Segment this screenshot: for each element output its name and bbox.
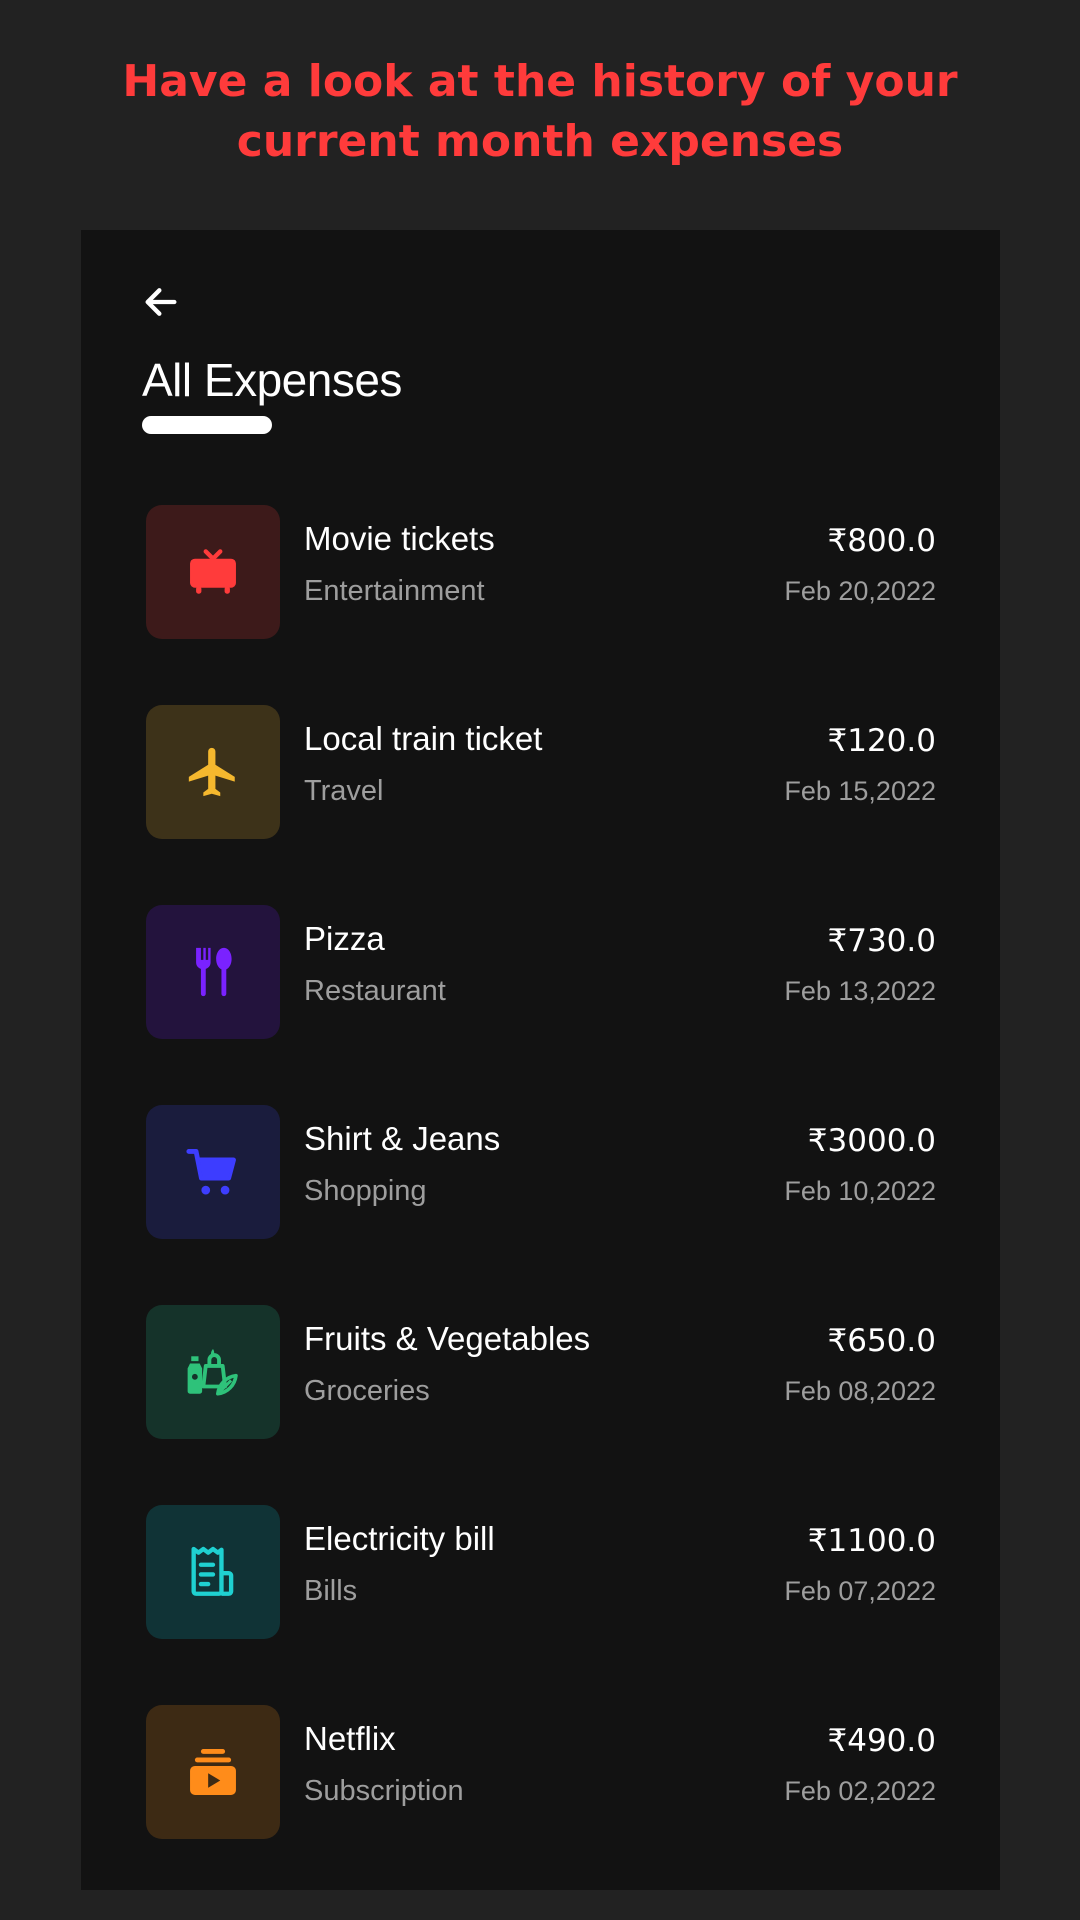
grocery-bag-icon	[187, 1349, 238, 1396]
expense-category: Groceries	[304, 1375, 430, 1407]
expense-item[interactable]: Fruits & Vegetables Groceries ₹650.0 Feb…	[146, 1305, 936, 1439]
expense-icon-tile	[146, 505, 280, 639]
expense-item[interactable]: Electricity bill Bills ₹1100.0 Feb 07,20…	[146, 1505, 936, 1639]
shopping-cart-icon	[186, 1149, 236, 1195]
subscription-play-icon	[190, 1749, 236, 1795]
back-button[interactable]	[139, 280, 183, 324]
expense-category: Bills	[304, 1575, 358, 1607]
expense-name: Fruits & Vegetables	[304, 1320, 591, 1357]
page-title: All Expenses	[142, 354, 402, 406]
expense-icon-tile	[146, 1105, 280, 1239]
expense-icon-tile	[146, 1705, 280, 1839]
expense-name: Local train ticket	[304, 720, 543, 757]
expense-item[interactable]: Netflix Subscription ₹490.0 Feb 02,2022	[146, 1705, 936, 1839]
fork-spoon-icon	[196, 947, 232, 997]
expense-icon-tile	[146, 705, 280, 839]
expense-amount: ₹1100.0	[807, 1523, 936, 1559]
expense-category: Entertainment	[304, 575, 485, 607]
expense-item[interactable]: Pizza Restaurant ₹730.0 Feb 13,2022	[146, 905, 936, 1039]
expense-category: Shopping	[304, 1175, 427, 1207]
expense-name: Shirt & Jeans	[304, 1120, 501, 1157]
arrow-left-icon	[145, 288, 177, 316]
expense-list: Movie tickets Entertainment ₹800.0 Feb 2…	[146, 505, 936, 1905]
expense-name: Movie tickets	[304, 520, 495, 557]
expense-amount: ₹120.0	[827, 723, 936, 759]
expense-date: Feb 20,2022	[784, 576, 936, 606]
promo-headline-line-2: current month expenses	[236, 116, 844, 167]
expense-amount: ₹3000.0	[807, 1123, 936, 1159]
expense-item[interactable]: Local train ticket Travel ₹120.0 Feb 15,…	[146, 705, 936, 839]
expense-category: Subscription	[304, 1775, 464, 1807]
expense-category: Restaurant	[304, 975, 446, 1007]
promo-headline: Have a look at the history of your curre…	[0, 52, 1080, 172]
expense-icon-tile	[146, 1505, 280, 1639]
expense-date: Feb 07,2022	[784, 1576, 936, 1606]
expense-amount: ₹490.0	[827, 1723, 936, 1759]
expense-name: Electricity bill	[304, 1520, 495, 1557]
expense-date: Feb 15,2022	[784, 776, 936, 806]
expense-name: Pizza	[304, 920, 385, 957]
expense-category: Travel	[304, 775, 384, 807]
tv-icon	[190, 549, 236, 594]
expense-date: Feb 02,2022	[784, 1776, 936, 1806]
expense-date: Feb 13,2022	[784, 976, 936, 1006]
expense-amount: ₹730.0	[827, 923, 936, 959]
expense-icon-tile	[146, 1305, 280, 1439]
title-underline	[142, 416, 272, 434]
expense-amount: ₹800.0	[827, 523, 936, 559]
expense-item[interactable]: Movie tickets Entertainment ₹800.0 Feb 2…	[146, 505, 936, 639]
app-screen: All Expenses Movie tickets Entertainment…	[81, 230, 1000, 1890]
expense-amount: ₹650.0	[827, 1323, 936, 1359]
expense-date: Feb 10,2022	[784, 1176, 936, 1206]
expense-date: Feb 08,2022	[784, 1376, 936, 1406]
expense-name: Netflix	[304, 1720, 396, 1757]
airplane-icon	[188, 747, 235, 797]
expense-icon-tile	[146, 905, 280, 1039]
expense-item[interactable]: Shirt & Jeans Shopping ₹3000.0 Feb 10,20…	[146, 1105, 936, 1239]
receipt-icon	[191, 1546, 234, 1596]
promo-headline-line-1: Have a look at the history of your	[122, 56, 958, 107]
